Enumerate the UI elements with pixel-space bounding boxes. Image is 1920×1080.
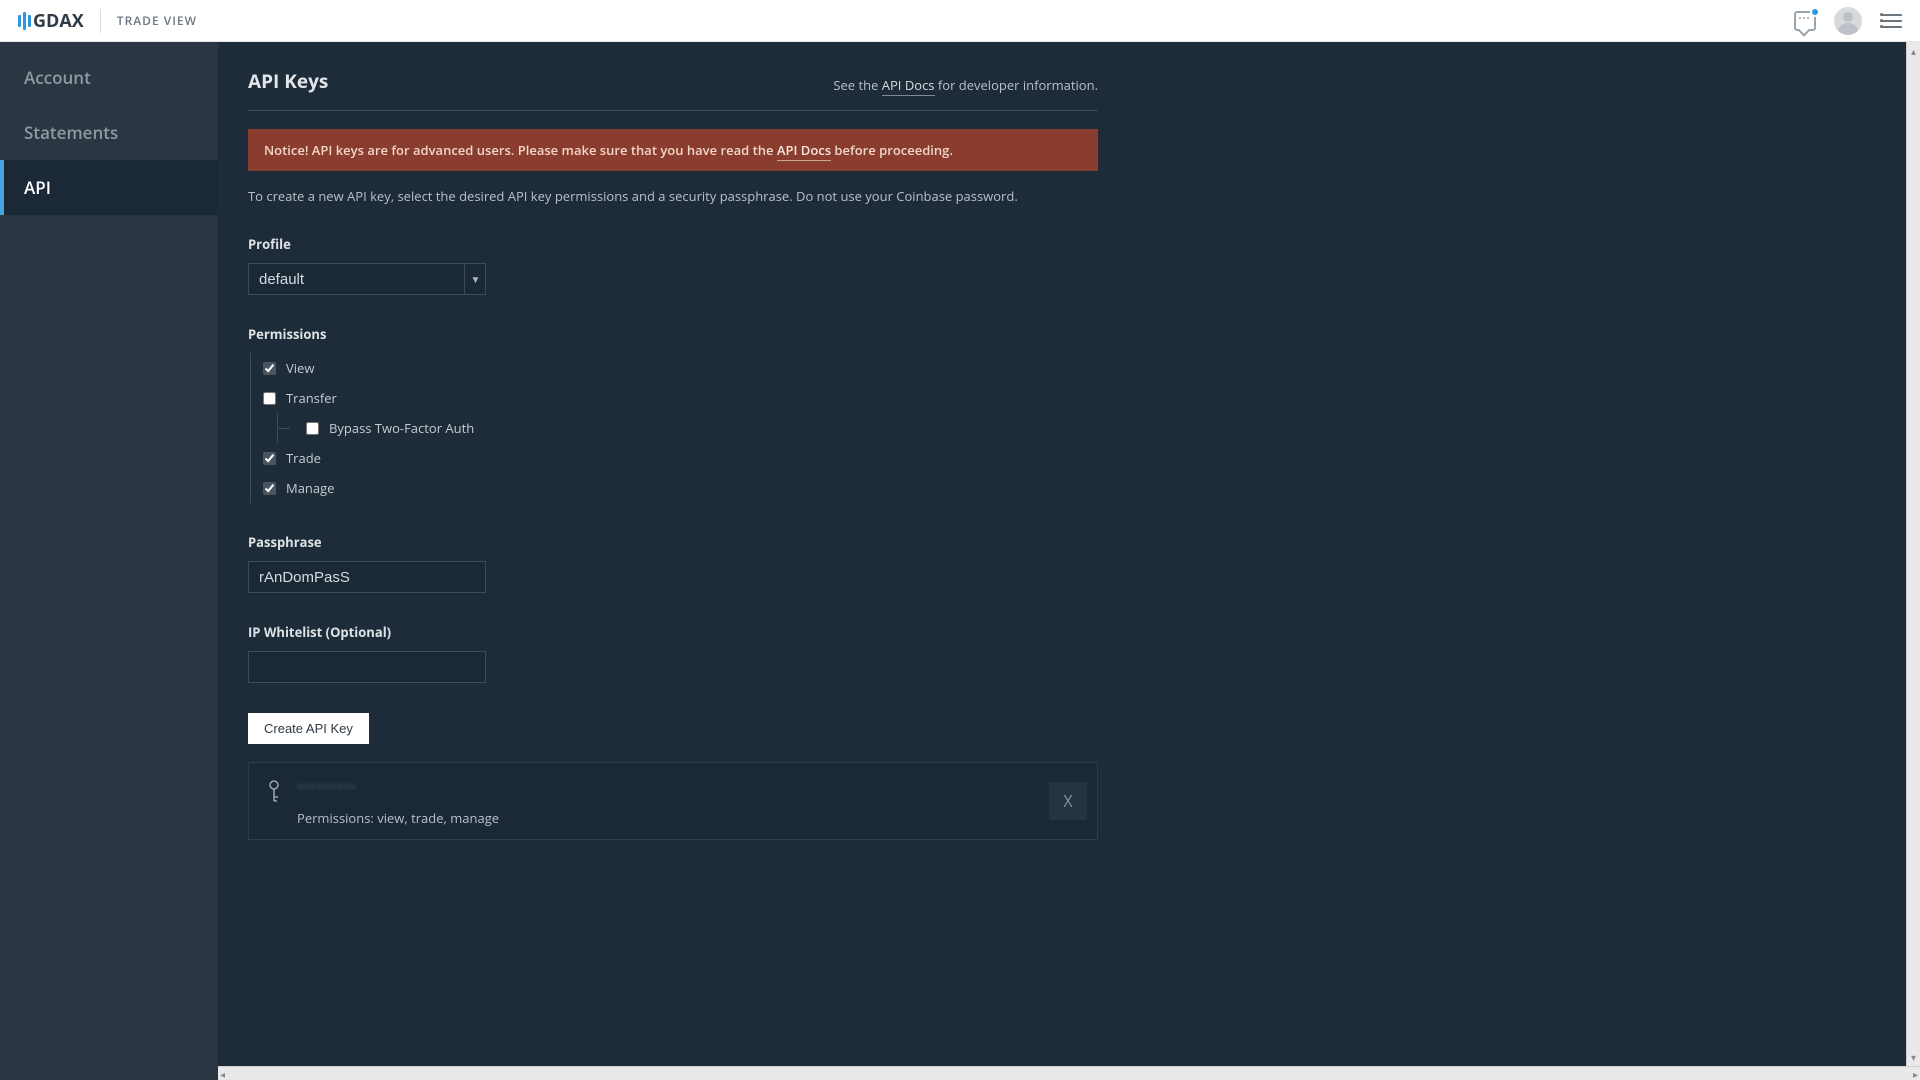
passphrase-input[interactable] (248, 561, 486, 593)
main-area: API Keys See the API Docs for developer … (218, 42, 1920, 1080)
notice-before: Notice! API keys are for advanced users.… (264, 141, 777, 159)
perm-view-checkbox[interactable] (263, 362, 276, 375)
perm-trade[interactable]: Trade (263, 443, 1098, 473)
permissions-label: Permissions (248, 325, 1098, 343)
perm-bypass-2fa-label: Bypass Two-Factor Auth (329, 419, 474, 437)
perm-view[interactable]: View (263, 353, 1098, 383)
sidebar-item-account[interactable]: Account (0, 50, 218, 105)
page-title: API Keys (248, 68, 328, 94)
brand-logo[interactable]: GDAX (18, 9, 84, 33)
passphrase-label: Passphrase (248, 533, 1098, 551)
perm-bypass-2fa[interactable]: Bypass Two-Factor Auth (278, 413, 1098, 443)
logo-bars-icon (18, 11, 31, 31)
brand-text: GDAX (33, 9, 84, 33)
horizontal-scrollbar[interactable]: ◂▸ (218, 1066, 1920, 1080)
key-icon (267, 779, 281, 809)
delete-api-key-button[interactable]: X (1049, 782, 1087, 820)
api-docs-link[interactable]: API Docs (882, 76, 935, 96)
perm-bypass-2fa-checkbox[interactable] (306, 422, 319, 435)
perm-trade-label: Trade (286, 449, 321, 467)
api-key-permissions: Permissions: view, trade, manage (297, 809, 1079, 827)
ip-whitelist-label: IP Whitelist (Optional) (248, 623, 1098, 641)
permissions-group: View Transfer Bypass Two-Factor Auth (250, 353, 1098, 503)
create-api-key-button[interactable]: Create API Key (248, 713, 369, 744)
notice-after: before proceeding. (831, 141, 953, 159)
perm-manage-checkbox[interactable] (263, 482, 276, 495)
perm-view-label: View (286, 359, 314, 377)
sidebar-item-statements[interactable]: Statements (0, 105, 218, 160)
perm-transfer-checkbox[interactable] (263, 392, 276, 405)
api-key-name-masked: ••••••••• (297, 777, 1079, 797)
perm-manage-label: Manage (286, 479, 334, 497)
sidebar-item-api[interactable]: API (0, 160, 218, 215)
menu-icon[interactable] (1880, 14, 1902, 28)
api-key-card: ••••••••• Permissions: view, trade, mana… (248, 762, 1098, 840)
avatar-icon[interactable] (1834, 7, 1862, 35)
perm-trade-checkbox[interactable] (263, 452, 276, 465)
notice-banner: Notice! API keys are for advanced users.… (248, 129, 1098, 171)
topbar-divider (100, 9, 101, 33)
profile-label: Profile (248, 235, 1098, 253)
topbar: GDAX TRADE VIEW (0, 0, 1920, 42)
vertical-scrollbar[interactable]: ▴▾ (1906, 42, 1920, 1066)
instruction-text: To create a new API key, select the desi… (248, 187, 1098, 205)
tree-elbow-icon (278, 419, 290, 429)
perm-manage[interactable]: Manage (263, 473, 1098, 503)
chat-icon[interactable] (1794, 11, 1816, 31)
docs-note: See the API Docs for developer informati… (833, 76, 1098, 94)
notification-badge (1810, 7, 1820, 17)
profile-select[interactable] (248, 263, 486, 295)
docs-suffix: for developer information. (935, 76, 1099, 94)
ip-whitelist-input[interactable] (248, 651, 486, 683)
perm-transfer[interactable]: Transfer (263, 383, 1098, 413)
sidebar: Account Statements API (0, 42, 218, 1080)
perm-transfer-label: Transfer (286, 389, 337, 407)
notice-api-docs-link[interactable]: API Docs (777, 141, 831, 161)
topbar-actions (1794, 7, 1902, 35)
docs-prefix: See the (833, 76, 881, 94)
trade-view-link[interactable]: TRADE VIEW (117, 12, 197, 29)
